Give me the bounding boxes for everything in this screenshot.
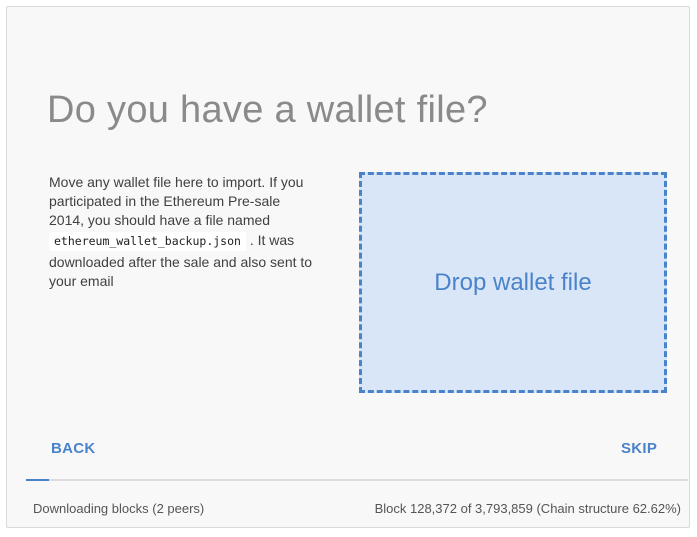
block-status: Block 128,372 of 3,793,859 (Chain struct… — [374, 501, 681, 516]
sync-progress-fill — [26, 479, 49, 481]
wallet-file-dropzone[interactable]: Drop wallet file — [359, 172, 667, 393]
skip-button[interactable]: SKIP — [621, 440, 657, 457]
page-title: Do you have a wallet file? — [47, 89, 488, 131]
sync-progress-bar — [26, 479, 688, 481]
dropzone-label: Drop wallet file — [434, 268, 592, 296]
instructions-intro: Move any wallet file here to import. If … — [49, 174, 304, 228]
download-status: Downloading blocks (2 peers) — [33, 501, 205, 516]
wallet-filename: ethereum_wallet_backup.json — [49, 232, 246, 251]
onboarding-window: Do you have a wallet file? Move any wall… — [6, 6, 690, 528]
back-button[interactable]: BACK — [51, 440, 96, 457]
import-instructions: Move any wallet file here to import. If … — [49, 173, 319, 291]
